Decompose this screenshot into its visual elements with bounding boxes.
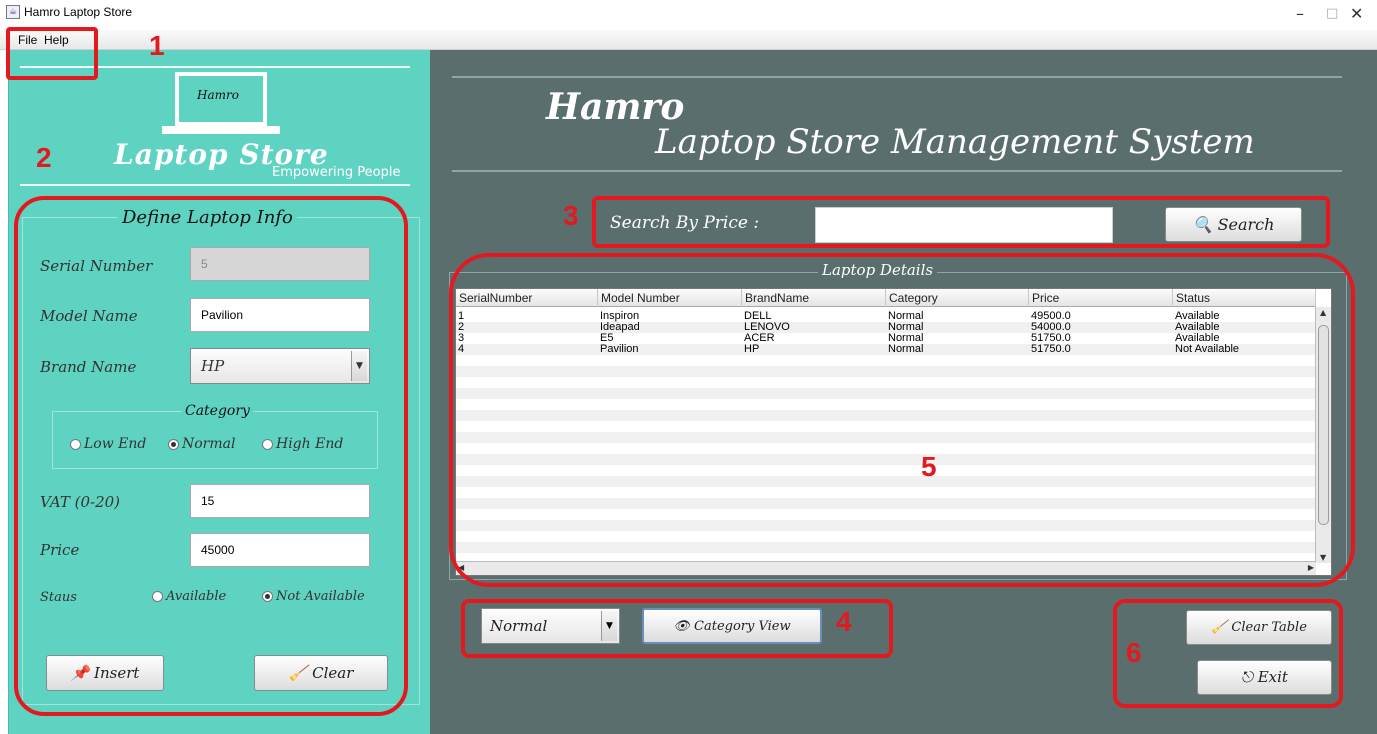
app-icon: ☕ bbox=[6, 5, 20, 19]
annotation-number-4: 4 bbox=[836, 606, 852, 637]
maximize-icon[interactable]: □ bbox=[1326, 6, 1338, 21]
divider bbox=[452, 170, 1342, 172]
header-title: Laptop Store Management System bbox=[655, 122, 1255, 162]
divider bbox=[20, 184, 410, 186]
laptop-logo-base bbox=[162, 126, 280, 134]
logo-top-word: Hamro bbox=[197, 88, 239, 102]
annotation-box-2 bbox=[14, 196, 408, 716]
annotation-number-6: 6 bbox=[1126, 637, 1142, 668]
annotation-box-5 bbox=[449, 253, 1355, 587]
divider bbox=[452, 76, 1342, 78]
menu-bar: File Help bbox=[0, 30, 1377, 50]
window-title: Hamro Laptop Store bbox=[24, 5, 133, 19]
title-bar: ☕ Hamro Laptop Store – □ ✕ bbox=[0, 0, 1377, 30]
minimize-icon[interactable]: – bbox=[1296, 4, 1304, 23]
close-icon[interactable]: ✕ bbox=[1350, 4, 1363, 23]
annotation-box-6 bbox=[1113, 599, 1343, 708]
annotation-number-2: 2 bbox=[36, 142, 52, 173]
annotation-box-3 bbox=[592, 196, 1330, 248]
annotation-number-5: 5 bbox=[921, 451, 937, 482]
annotation-box-4 bbox=[461, 599, 893, 658]
annotation-number-1: 1 bbox=[149, 30, 165, 61]
annotation-box-1 bbox=[6, 27, 98, 80]
logo-tagline: Empowering People bbox=[272, 165, 401, 180]
annotation-number-3: 3 bbox=[563, 200, 579, 231]
